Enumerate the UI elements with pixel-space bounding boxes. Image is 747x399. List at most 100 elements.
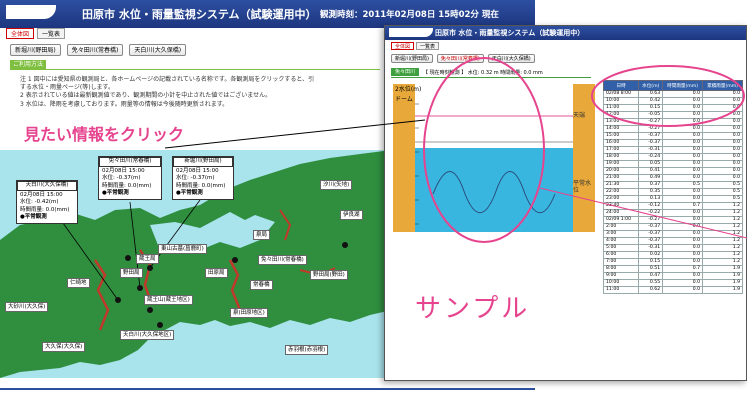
station-label[interactable]: 大久保(大久保) bbox=[42, 342, 86, 352]
tab-list[interactable]: 一覧表 bbox=[37, 28, 66, 39]
info-box-rain: 時間雨量: 0.0(mm) bbox=[102, 182, 152, 189]
table-cell: -0.27 bbox=[638, 118, 664, 126]
station-label[interactable]: 赤羽根(赤羽根) bbox=[285, 345, 329, 355]
table-cell: 16:00 bbox=[602, 139, 640, 147]
station-button-shinbori[interactable]: 新堀川(野田局) bbox=[10, 44, 61, 56]
table-cell: 1.2 bbox=[702, 202, 743, 210]
station-button-tenpaku[interactable]: 天白川(大久保橋) bbox=[487, 54, 535, 63]
table-cell: 12:00 bbox=[602, 111, 640, 119]
station-marker[interactable] bbox=[232, 257, 238, 263]
table-cell: 1.9 bbox=[702, 279, 743, 287]
station-marker[interactable] bbox=[157, 322, 163, 328]
table-cell: 18:00 bbox=[602, 153, 640, 161]
table-cell: 0.02 bbox=[638, 251, 664, 259]
current-observation-text: 【 現在時刻観測 】 水位: 0.32 m 時間雨量: 0.0 mm bbox=[423, 69, 543, 76]
table-cell: 21:00 bbox=[602, 174, 640, 182]
observation-time: 観測時刻：2011年02月08日 15時02分 現在 bbox=[320, 10, 499, 20]
station-info-box[interactable]: 新堀川(野田局) 02月08日 15:00 水位: -0.37(m) 時間雨量:… bbox=[172, 156, 234, 200]
table-cell: -0.22 bbox=[638, 209, 664, 217]
table-cell: 0.7 bbox=[662, 265, 704, 273]
station-label[interactable]: 汐川(矢地) bbox=[320, 180, 353, 190]
table-cell: 8:00 bbox=[602, 265, 640, 273]
column-header: 日時 bbox=[602, 80, 640, 91]
back-window-header: 田原市 水位・雨量監視システム（試験運用中） 観測時刻：2011年02月08日 … bbox=[0, 0, 535, 28]
back-station-buttons: 新堀川(野田局) 免々田川(常春橋) 天白川(大久保橋) bbox=[10, 44, 187, 56]
table-cell: 0.0 bbox=[662, 125, 704, 133]
table-row: 5:00 -0.31 0.0 1.2 bbox=[602, 244, 743, 252]
back-window-footer bbox=[0, 388, 535, 390]
column-header: 時間雨量(mm) bbox=[662, 80, 704, 91]
table-cell: 0.0 bbox=[662, 104, 704, 112]
front-window-title: 田原市 水位・雨量監視システム（試験運用中） bbox=[435, 29, 585, 37]
note-line: 2 表示されている値は最新観測値であり、観測期間の小計を中止された値ではございま… bbox=[20, 92, 272, 100]
station-button-shinbori[interactable]: 新堀川(野田局) bbox=[391, 54, 433, 63]
table-cell: 0.05 bbox=[638, 160, 664, 168]
table-row: 14:00 -0.27 0.0 0.0 bbox=[602, 125, 743, 133]
station-label[interactable]: 常春橋 bbox=[250, 280, 273, 290]
table-cell: 0.0 bbox=[662, 146, 704, 154]
table-cell: 0.62 bbox=[638, 286, 664, 294]
table-cell: 0.0 bbox=[702, 139, 743, 147]
station-map[interactable]: 天白川(大久保橋) 02月08日 15:00 水位: -0.42(m) 時間雨量… bbox=[0, 150, 392, 378]
station-label[interactable]: 天白川(大久保地区) bbox=[120, 330, 175, 340]
table-cell: 0.0 bbox=[662, 139, 704, 147]
table-cell: 9:00 bbox=[602, 272, 640, 280]
table-cell: 19:00 bbox=[602, 160, 640, 168]
table-cell: 0.0 bbox=[662, 286, 704, 294]
station-label[interactable]: 伊良湖 bbox=[340, 210, 363, 220]
table-row: 21:00 0.49 0.0 0.0 bbox=[602, 174, 743, 182]
table-cell: -0.27 bbox=[638, 125, 664, 133]
station-label[interactable]: 泉(田原地区) bbox=[230, 308, 268, 318]
front-tab-bar: 全体図 一覧表 bbox=[391, 42, 440, 50]
station-marker[interactable] bbox=[115, 297, 121, 303]
station-label[interactable]: 免々田川(常春橋) bbox=[258, 255, 307, 265]
normal-level-label: 平常水位 bbox=[573, 180, 592, 195]
table-cell: 0.0 bbox=[662, 160, 704, 168]
station-info-box[interactable]: 天白川(大久保橋) 02月08日 15:00 水位: -0.42(m) 時間雨量… bbox=[16, 180, 78, 224]
table-row: 4:00 -0.37 0.0 1.2 bbox=[602, 237, 743, 245]
tab-list[interactable]: 一覧表 bbox=[416, 42, 440, 50]
station-label[interactable]: 泉局 bbox=[253, 230, 271, 240]
station-button-menmenda[interactable]: 免々田川(常春橋) bbox=[436, 54, 484, 63]
table-cell: 0.0 bbox=[702, 146, 743, 154]
usage-notes: 注 1 図中には愛知県の観測局と、各ホームページの記載されている名称です。各観測… bbox=[20, 76, 375, 109]
table-cell: 0.0 bbox=[662, 258, 704, 266]
station-marker[interactable] bbox=[125, 255, 131, 261]
station-label[interactable]: 田原局 bbox=[205, 268, 228, 278]
tab-overview[interactable]: 全体図 bbox=[6, 28, 35, 39]
station-marker[interactable] bbox=[147, 265, 153, 271]
station-label[interactable]: 野田局(野田) bbox=[310, 270, 348, 280]
station-detail-window: 田原市 水位・雨量監視システム（試験運用中） 全体図 一覧表 新堀川(野田局) … bbox=[384, 25, 747, 381]
table-cell: 17:00 bbox=[602, 146, 640, 154]
table-cell: 15:00 bbox=[602, 132, 640, 140]
station-button-tenpaku[interactable]: 天白川(大久保橋) bbox=[129, 44, 187, 56]
table-cell: 0.0 bbox=[662, 90, 704, 98]
station-tab: 免々田川 bbox=[391, 68, 420, 76]
station-label[interactable]: 東山古墓(菖鹿町) bbox=[158, 244, 207, 254]
station-label[interactable]: 蔵王局 bbox=[136, 254, 159, 264]
station-label[interactable]: 野田局 bbox=[120, 268, 143, 278]
station-button-menmenda[interactable]: 免々田川(常春橋) bbox=[66, 44, 124, 56]
station-label[interactable]: 蔵王山(蔵王地区) bbox=[144, 295, 193, 305]
station-marker[interactable] bbox=[147, 307, 153, 313]
table-cell: 2:00 bbox=[602, 223, 640, 231]
table-cell: 0.5 bbox=[662, 181, 704, 189]
table-cell: 20:00 bbox=[602, 167, 640, 175]
table-cell: 14:00 bbox=[602, 125, 640, 133]
table-cell: 0.15 bbox=[638, 104, 664, 112]
table-cell: 0.0 bbox=[702, 160, 743, 168]
station-info-box[interactable]: 免々田川(常春橋) 02月08日 15:00 水位: -0.37(m) 時間雨量… bbox=[98, 156, 162, 200]
table-row: 02/08 8:00 0.63 0.0 0.0 bbox=[602, 90, 743, 98]
station-marker[interactable] bbox=[342, 242, 348, 248]
station-marker[interactable] bbox=[137, 285, 143, 291]
table-cell: 0.7 bbox=[662, 202, 704, 210]
table-cell: 13:00 bbox=[602, 118, 640, 126]
station-label[interactable]: 大砂川(大久保) bbox=[5, 302, 49, 312]
table-row: 6:00 0.02 0.0 1.2 bbox=[602, 251, 743, 259]
tab-overview[interactable]: 全体図 bbox=[391, 42, 415, 50]
info-box-title: 天白川(大久保橋) bbox=[17, 181, 77, 191]
info-box-time: 02月08日 15:00 bbox=[20, 191, 63, 198]
table-cell: 1.2 bbox=[702, 223, 743, 231]
table-cell: 10:00 bbox=[602, 97, 640, 105]
station-label[interactable]: 仁崎地 bbox=[67, 278, 90, 288]
